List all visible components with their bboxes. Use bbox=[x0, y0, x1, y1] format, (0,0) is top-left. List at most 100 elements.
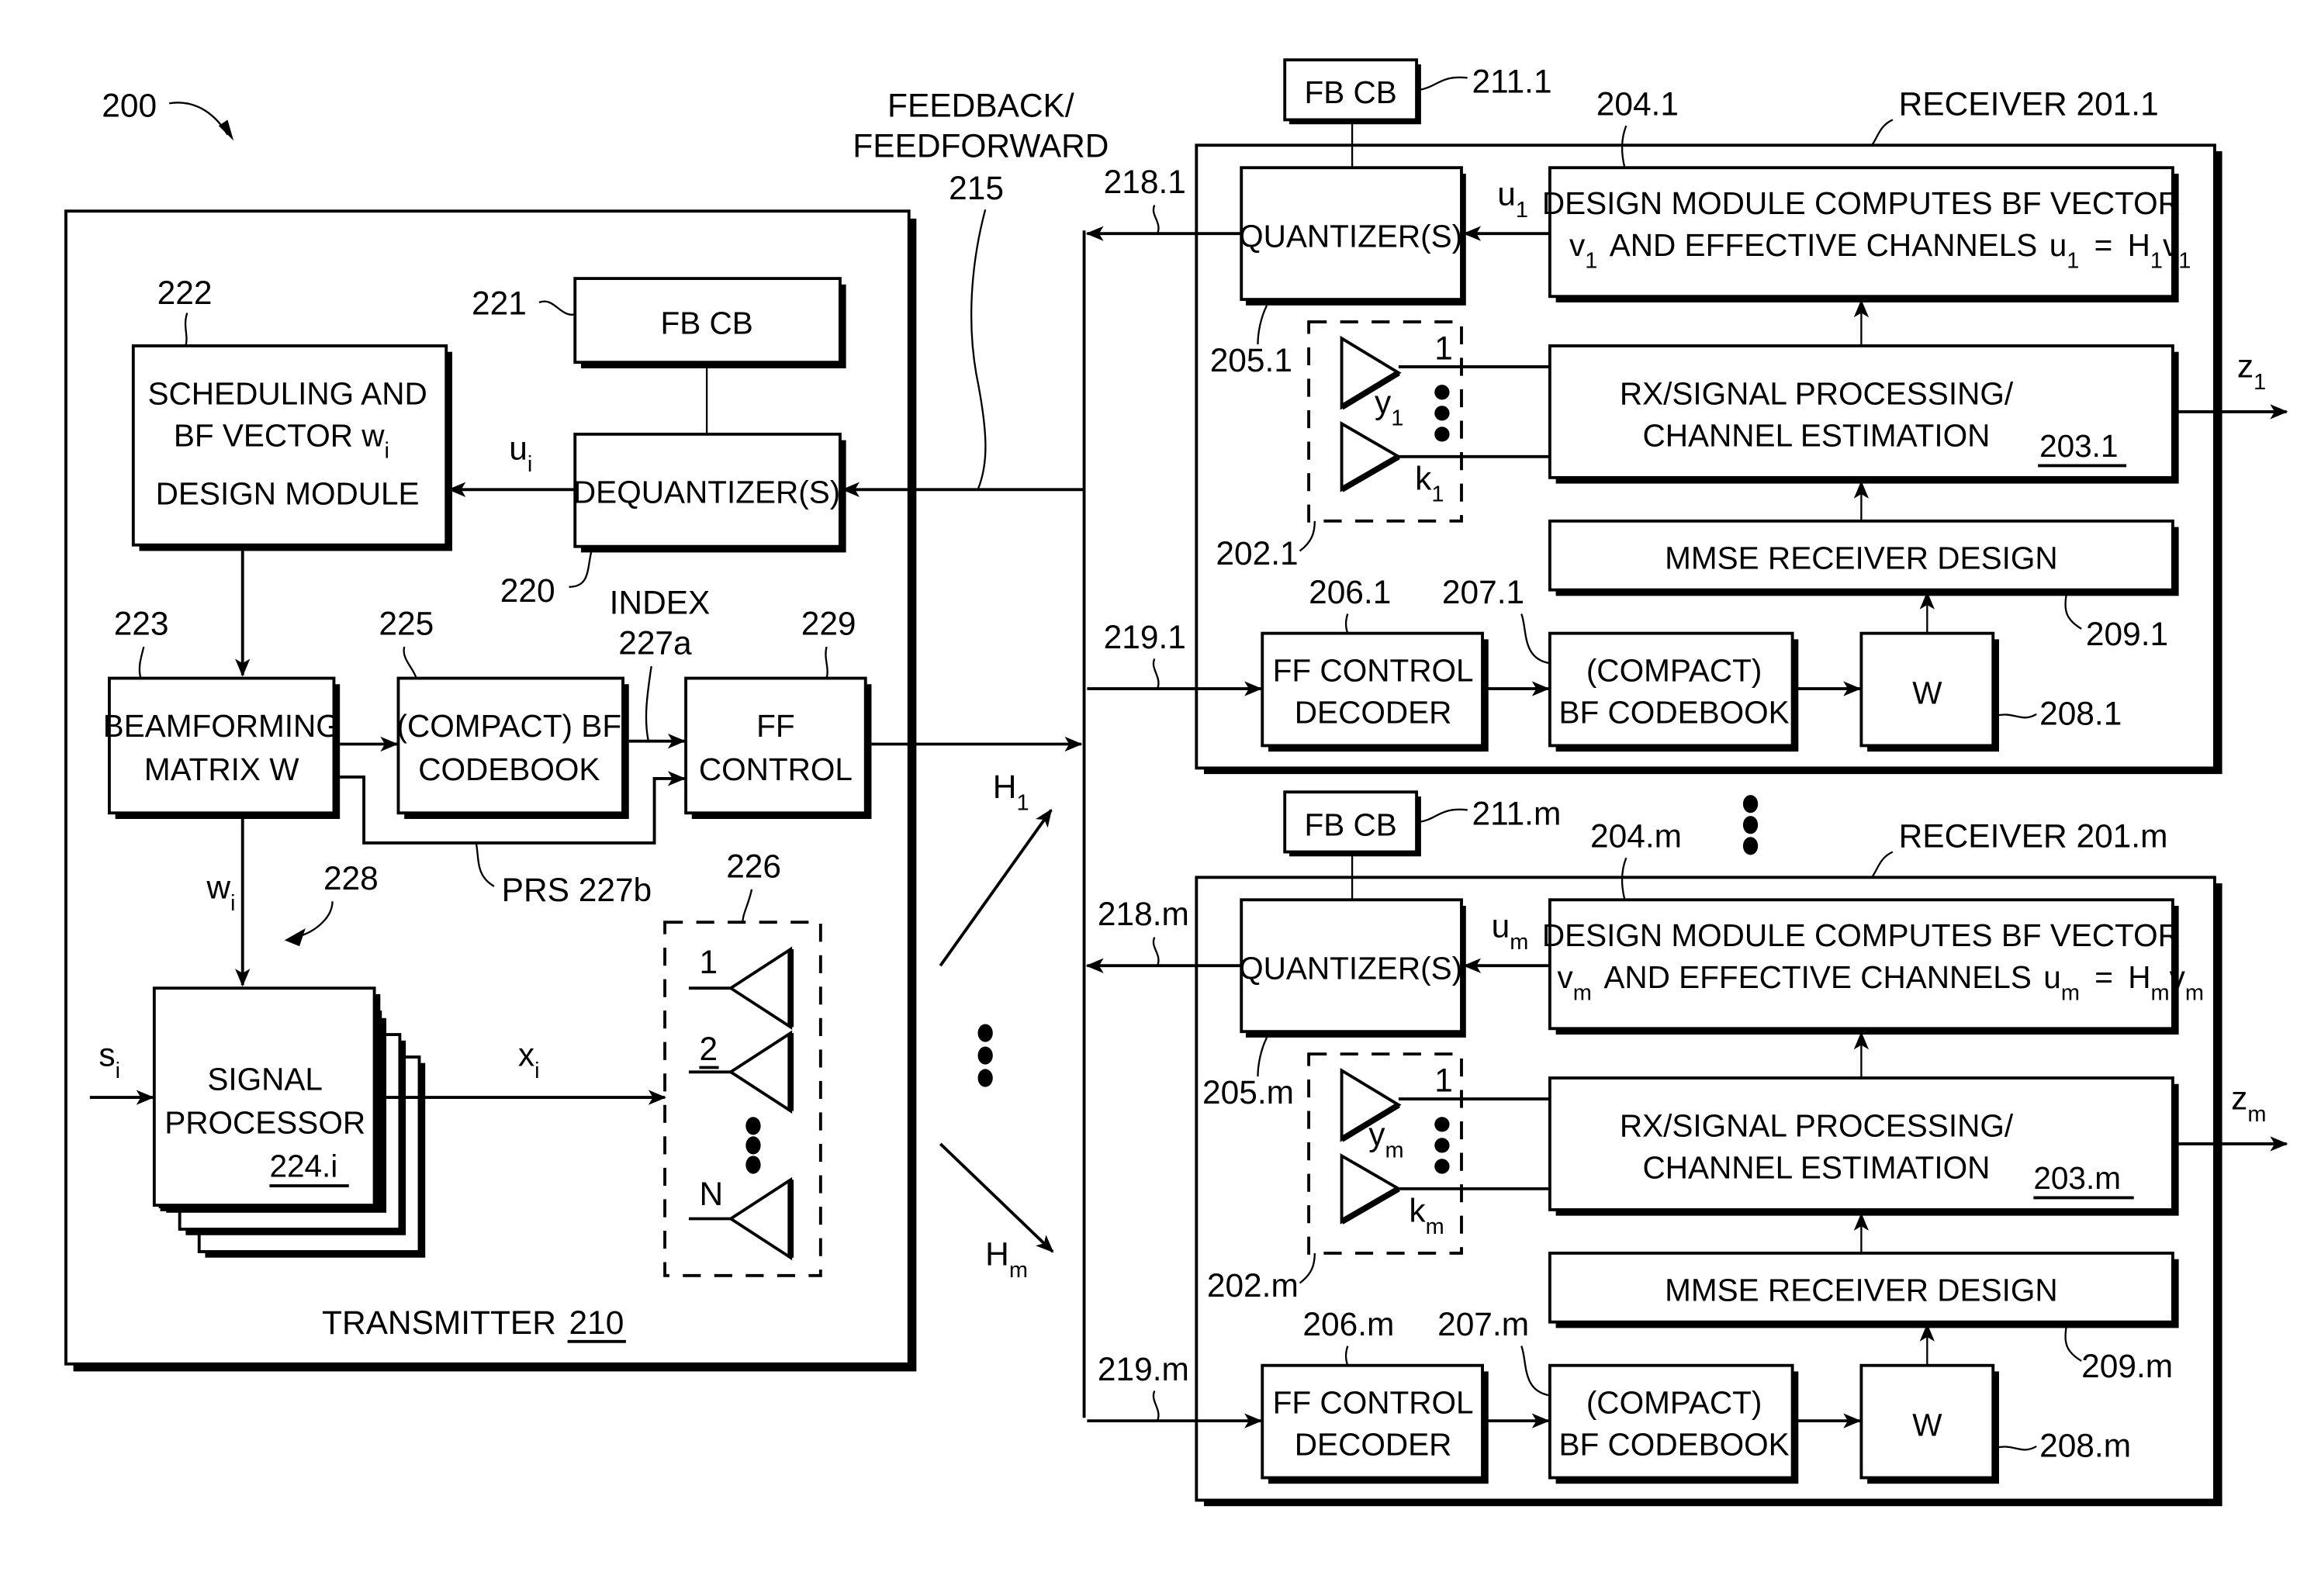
h1-arrow bbox=[939, 808, 1053, 967]
index-label: INDEX bbox=[610, 585, 711, 621]
rxm-w-label: W bbox=[1912, 1407, 1942, 1442]
rx1-rx-processing-block[interactable]: RX/SIGNAL PROCESSING/ CHANNEL ESTIMATION… bbox=[1548, 344, 2179, 484]
rxm-rx-line1: RX/SIGNAL PROCESSING/ bbox=[1620, 1107, 2014, 1143]
ref-228: 228 bbox=[323, 860, 379, 896]
figure-ref-arrowhead-icon bbox=[218, 119, 234, 141]
figure-ref-200: 200 bbox=[102, 88, 234, 141]
rxm-antenna-top-label: 1 bbox=[1434, 1062, 1453, 1098]
rx1-quantizer-ref: 205.1 bbox=[1210, 342, 1292, 378]
tx-scheduling-block[interactable]: SCHEDULING AND BF VECTOR wi DESIGN MODUL… bbox=[131, 344, 452, 551]
rx1-mmse-block[interactable]: MMSE RECEIVER DESIGN bbox=[1548, 519, 2179, 596]
tx-codebook-ref: 225 bbox=[379, 606, 434, 642]
rxm-fb-cb-label: FB CB bbox=[1304, 807, 1396, 842]
rxm-rx-ref: 203.m bbox=[2033, 1160, 2121, 1196]
rxm-design-module-block[interactable]: DESIGN MODULE COMPUTES BF VECTOR vm AND E… bbox=[1542, 898, 2204, 1035]
rxm-design-ref: 204.m bbox=[1590, 818, 1682, 855]
rx1-antenna-ref: 202.1 bbox=[1216, 535, 1298, 572]
feedback-ref: 215 bbox=[949, 170, 1004, 206]
receiver-201-m: RECEIVER 201.m FB CB 211.m QUANTIZER(S) … bbox=[1085, 790, 2288, 1507]
rx1-design-module-block[interactable]: DESIGN MODULE COMPUTES BF VECTOR v1 AND E… bbox=[1542, 166, 2191, 302]
rxm-antenna-ref: 202.m bbox=[1207, 1267, 1299, 1304]
figure-ref-label: 200 bbox=[102, 88, 157, 124]
rx1-w-ref: 208.1 bbox=[2039, 695, 2122, 731]
tx-scheduling-ref: 222 bbox=[157, 275, 213, 311]
figure-ref-leader bbox=[168, 102, 229, 136]
tx-signal-processor-line1: SIGNAL bbox=[207, 1061, 323, 1097]
prs-label: PRS 227b bbox=[502, 872, 652, 908]
h1-label: H1 bbox=[993, 769, 1029, 815]
tx-antenna-n-label: N bbox=[699, 1176, 723, 1212]
tx-antenna-1-label: 1 bbox=[699, 944, 718, 980]
rxm-codebook-line2: BF CODEBOOK bbox=[1559, 1427, 1790, 1463]
rxm-mmse-label: MMSE RECEIVER DESIGN bbox=[1665, 1273, 2057, 1308]
rxm-ff-decoder-block[interactable]: FF CONTROL DECODER bbox=[1261, 1363, 1489, 1484]
rxm-rx-line2: CHANNEL ESTIMATION bbox=[1643, 1149, 1991, 1185]
rxm-quantizer-block[interactable]: QUANTIZER(S) bbox=[1239, 898, 1466, 1038]
patent-figure: 200 TRANSMITTER 210 FB CB 221 DEQUANTIZE… bbox=[64, 58, 2288, 1507]
rxm-mmse-ref: 209.m bbox=[2081, 1348, 2173, 1384]
tx-signal-processor-stack[interactable]: SIGNAL PROCESSOR 224.i bbox=[152, 986, 426, 1258]
rxm-w-ref: 208.m bbox=[2039, 1427, 2131, 1463]
rxm-fb-cb-ref: 211.m bbox=[1472, 796, 1562, 832]
rx1-design-ref: 204.1 bbox=[1596, 86, 1679, 123]
rxm-ff-decoder-line2: DECODER bbox=[1295, 1427, 1452, 1463]
tx-codebook-line2: CODEBOOK bbox=[418, 751, 600, 787]
rx1-quantizer-block[interactable]: QUANTIZER(S) bbox=[1239, 166, 1466, 306]
tx-antenna-ellipsis-icon bbox=[745, 1117, 761, 1174]
rx1-ff-decoder-block[interactable]: FF CONTROL DECODER bbox=[1261, 631, 1489, 752]
rx1-ff-decoder-line2: DECODER bbox=[1295, 694, 1452, 730]
receivers-ellipsis-icon bbox=[1742, 795, 1759, 855]
tx-fb-cb-label: FB CB bbox=[660, 306, 752, 341]
rx1-codebook-line1: (COMPACT) bbox=[1586, 652, 1762, 688]
tx-dequantizer-block[interactable]: DEQUANTIZER(S) bbox=[573, 432, 846, 553]
tx-antenna-2-label: 2 bbox=[699, 1031, 718, 1067]
rxm-fb-cb-block[interactable]: FB CB bbox=[1283, 790, 1421, 857]
tx-beamforming-line2: MATRIX W bbox=[144, 751, 299, 787]
rxm-codebook-ref: 207.m bbox=[1437, 1306, 1529, 1342]
rx1-antenna-ellipsis-icon bbox=[1434, 385, 1450, 442]
tx-fb-cb-block[interactable]: FB CB bbox=[573, 277, 846, 368]
rx1-codebook-block[interactable]: (COMPACT) BF CODEBOOK bbox=[1548, 631, 1799, 752]
rxm-codebook-line1: (COMPACT) bbox=[1586, 1384, 1762, 1420]
rxm-mmse-block[interactable]: MMSE RECEIVER DESIGN bbox=[1548, 1251, 2179, 1328]
tx-dequantizer-label: DEQUANTIZER(S) bbox=[573, 475, 840, 510]
tx-signal-processor-ref: 224.i bbox=[269, 1148, 337, 1183]
rx1-codebook-line2: BF CODEBOOK bbox=[1559, 694, 1790, 730]
rx1-fb-cb-label: FB CB bbox=[1304, 74, 1396, 110]
rx1-rx-ref: 203.1 bbox=[2039, 428, 2118, 464]
rxm-ff-decoder-line1: FF CONTROL bbox=[1273, 1384, 1474, 1420]
rxm-rx-processing-block[interactable]: RX/SIGNAL PROCESSING/ CHANNEL ESTIMATION… bbox=[1548, 1076, 2179, 1216]
rx1-mmse-label: MMSE RECEIVER DESIGN bbox=[1665, 541, 2057, 576]
transmitter-ref: 210 bbox=[569, 1304, 624, 1341]
tx-ff-control-ref: 229 bbox=[801, 606, 856, 642]
rxm-design-line1: DESIGN MODULE COMPUTES BF VECTOR bbox=[1542, 917, 2181, 953]
rx1-fb-cb-block[interactable]: FB CB bbox=[1283, 58, 1421, 125]
tx-antenna-array-ref: 226 bbox=[726, 848, 781, 884]
rx1-ff-decoder-ref: 206.1 bbox=[1309, 574, 1391, 610]
tx-signal-processor-line2: PROCESSOR bbox=[164, 1104, 365, 1140]
rxm-z-label: zm bbox=[2231, 1080, 2266, 1127]
hm-label: Hm bbox=[985, 1235, 1028, 1282]
rxm-codebook-block[interactable]: (COMPACT) BF CODEBOOK bbox=[1548, 1363, 1799, 1484]
rxm-ff-decoder-ref: 206.m bbox=[1302, 1306, 1394, 1342]
tx-ff-control-line2: CONTROL bbox=[699, 751, 853, 787]
rx1-w-block[interactable]: W bbox=[1859, 631, 1999, 752]
feedback-label-line1: FEEDBACK/ bbox=[887, 88, 1074, 124]
index-ref: 227a bbox=[618, 625, 692, 662]
tx-beamforming-block[interactable]: BEAMFORMING MATRIX W bbox=[103, 676, 341, 820]
rx1-rx-line2: CHANNEL ESTIMATION bbox=[1643, 417, 1991, 453]
tx-ff-control-block[interactable]: FF CONTROL bbox=[684, 676, 872, 820]
rx1-quantizer-label: QUANTIZER(S) bbox=[1239, 219, 1462, 254]
rxm-w-block[interactable]: W bbox=[1859, 1363, 1999, 1484]
rxm-antenna-ellipsis-icon bbox=[1434, 1117, 1450, 1174]
feedback-leader bbox=[970, 209, 987, 490]
rxm-feedback-ref: 218.m bbox=[1098, 896, 1189, 932]
feedback-label-line2: FEEDFORWARD bbox=[853, 128, 1109, 164]
tx-dequantizer-ref: 220 bbox=[500, 572, 555, 609]
tx-scheduling-line1: SCHEDULING AND bbox=[148, 375, 427, 411]
rxm-quantizer-ref: 205.m bbox=[1202, 1074, 1294, 1111]
tx-codebook-block[interactable]: (COMPACT) BF CODEBOOK bbox=[397, 676, 629, 820]
tx-fb-cb-ref: 221 bbox=[472, 285, 527, 321]
receiver-201-1: RECEIVER 201.1 FB CB 211.1 QUANTIZER(S) … bbox=[1085, 58, 2288, 775]
rxm-feedforward-ref: 219.m bbox=[1098, 1351, 1189, 1387]
